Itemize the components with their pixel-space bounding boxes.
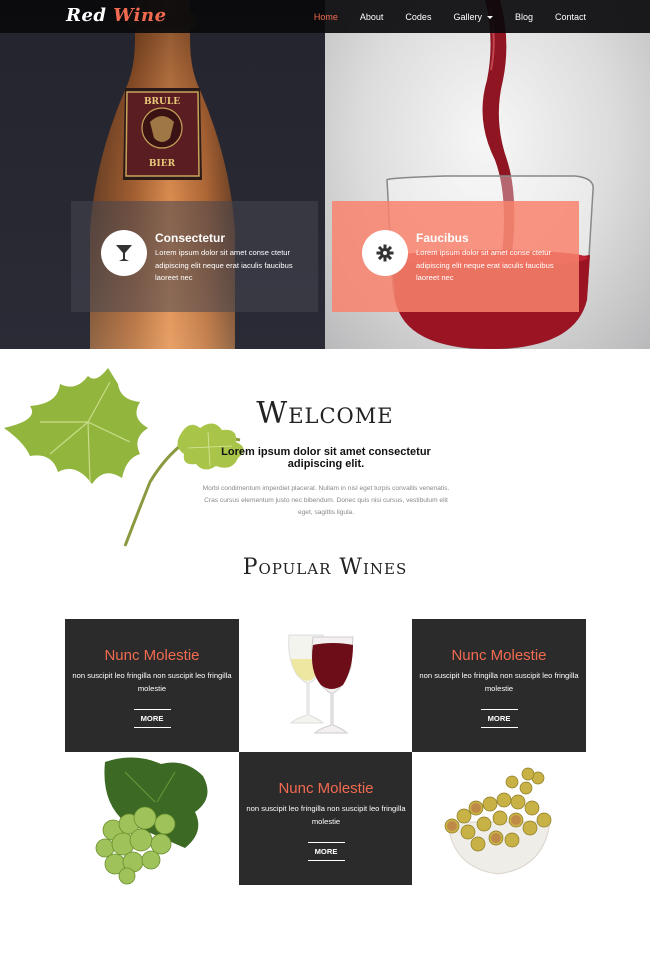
- more-button[interactable]: MORE: [133, 709, 171, 728]
- nav-home[interactable]: Home: [314, 12, 338, 22]
- nav-contact[interactable]: Contact: [555, 12, 586, 22]
- more-button[interactable]: MORE: [480, 709, 518, 728]
- nav-codes[interactable]: Codes: [405, 12, 431, 22]
- welcome-subtitle: Lorem ipsum dolor sit amet consectetur a…: [221, 446, 431, 470]
- grape-bowl-image: [412, 752, 586, 885]
- tile-text: non suscipit leo fringilla non suscipit …: [419, 671, 579, 693]
- feature-card-consectetur: Consectetur Lorem ipsum dolor sit amet c…: [71, 201, 318, 312]
- cocktail-glass-icon: [101, 230, 147, 276]
- site-logo[interactable]: Red Wine: [66, 5, 167, 26]
- feature-card-faucibus: Faucibus Lorem ipsum dolor sit amet cons…: [332, 201, 579, 312]
- wine-tile: Nunc Molestie non suscipit leo fringilla…: [65, 619, 239, 752]
- nav-blog[interactable]: Blog: [515, 12, 533, 22]
- tile-text: non suscipit leo fringilla non suscipit …: [72, 671, 232, 693]
- nav-gallery[interactable]: Gallery: [453, 12, 493, 22]
- top-navbar: Red Wine Home About Codes Gallery Blog C…: [0, 0, 650, 33]
- tile-title: Nunc Molestie: [278, 780, 374, 797]
- main-menu: Home About Codes Gallery Blog Contact: [292, 0, 586, 33]
- welcome-heading: Welcome: [256, 396, 394, 431]
- feature-title: Faucibus: [416, 231, 469, 245]
- nav-about[interactable]: About: [360, 12, 384, 22]
- green-grapes-image: [65, 752, 239, 885]
- more-button[interactable]: MORE: [307, 842, 345, 861]
- feature-text: Lorem ipsum dolor sit amet conse ctetur …: [416, 248, 554, 282]
- welcome-body: Morbi condimentum imperdiet placerat. Nu…: [202, 485, 450, 516]
- hero-banner: BRULE BIER Consectetur Lorem ipsum dolor…: [0, 0, 650, 349]
- svg-text:BIER: BIER: [149, 159, 176, 169]
- feature-text: Lorem ipsum dolor sit amet conse ctetur …: [155, 248, 293, 282]
- tile-title: Nunc Molestie: [451, 647, 547, 664]
- feature-title: Consectetur: [155, 231, 226, 245]
- gear-icon: [362, 230, 408, 276]
- tile-title: Nunc Molestie: [104, 647, 200, 664]
- svg-text:BRULE: BRULE: [144, 97, 180, 107]
- wine-tile: Nunc Molestie non suscipit leo fringilla…: [412, 619, 586, 752]
- wine-tile: Nunc Molestie non suscipit leo fringilla…: [239, 752, 413, 885]
- popular-wines-heading: Popular Wines: [242, 555, 408, 580]
- chevron-down-icon: [486, 15, 493, 19]
- tile-text: non suscipit leo fringilla non suscipit …: [246, 804, 406, 826]
- wine-glasses-image: [239, 619, 413, 752]
